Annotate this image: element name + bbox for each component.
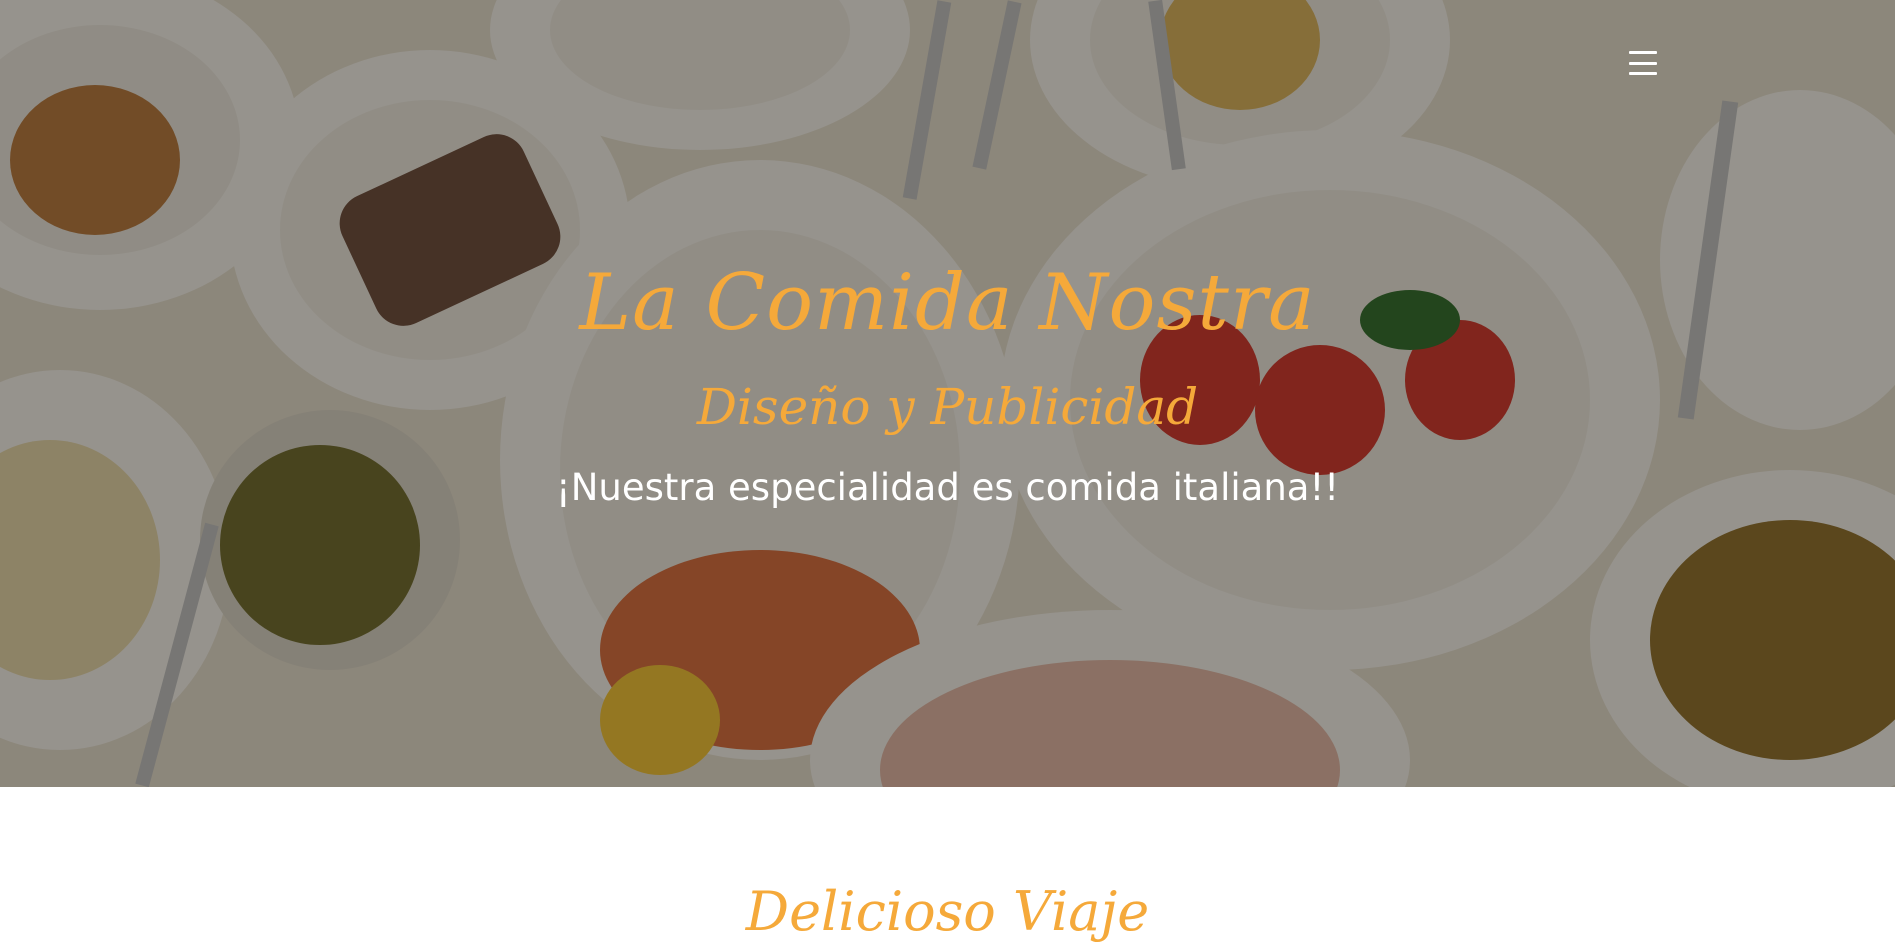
hero-subtitle: Diseño y Publicidad (696, 378, 1199, 436)
hero-title: La Comida Nostra (579, 258, 1316, 348)
hero-section: La Comida Nostra Diseño y Publicidad ¡Nu… (0, 0, 1895, 787)
section-title: Delicioso Viaje (745, 880, 1150, 943)
hamburger-menu-button[interactable] (1626, 46, 1660, 80)
hero-tagline: ¡Nuestra especialidad es comida italiana… (555, 466, 1340, 509)
hamburger-menu-icon (1629, 51, 1657, 75)
